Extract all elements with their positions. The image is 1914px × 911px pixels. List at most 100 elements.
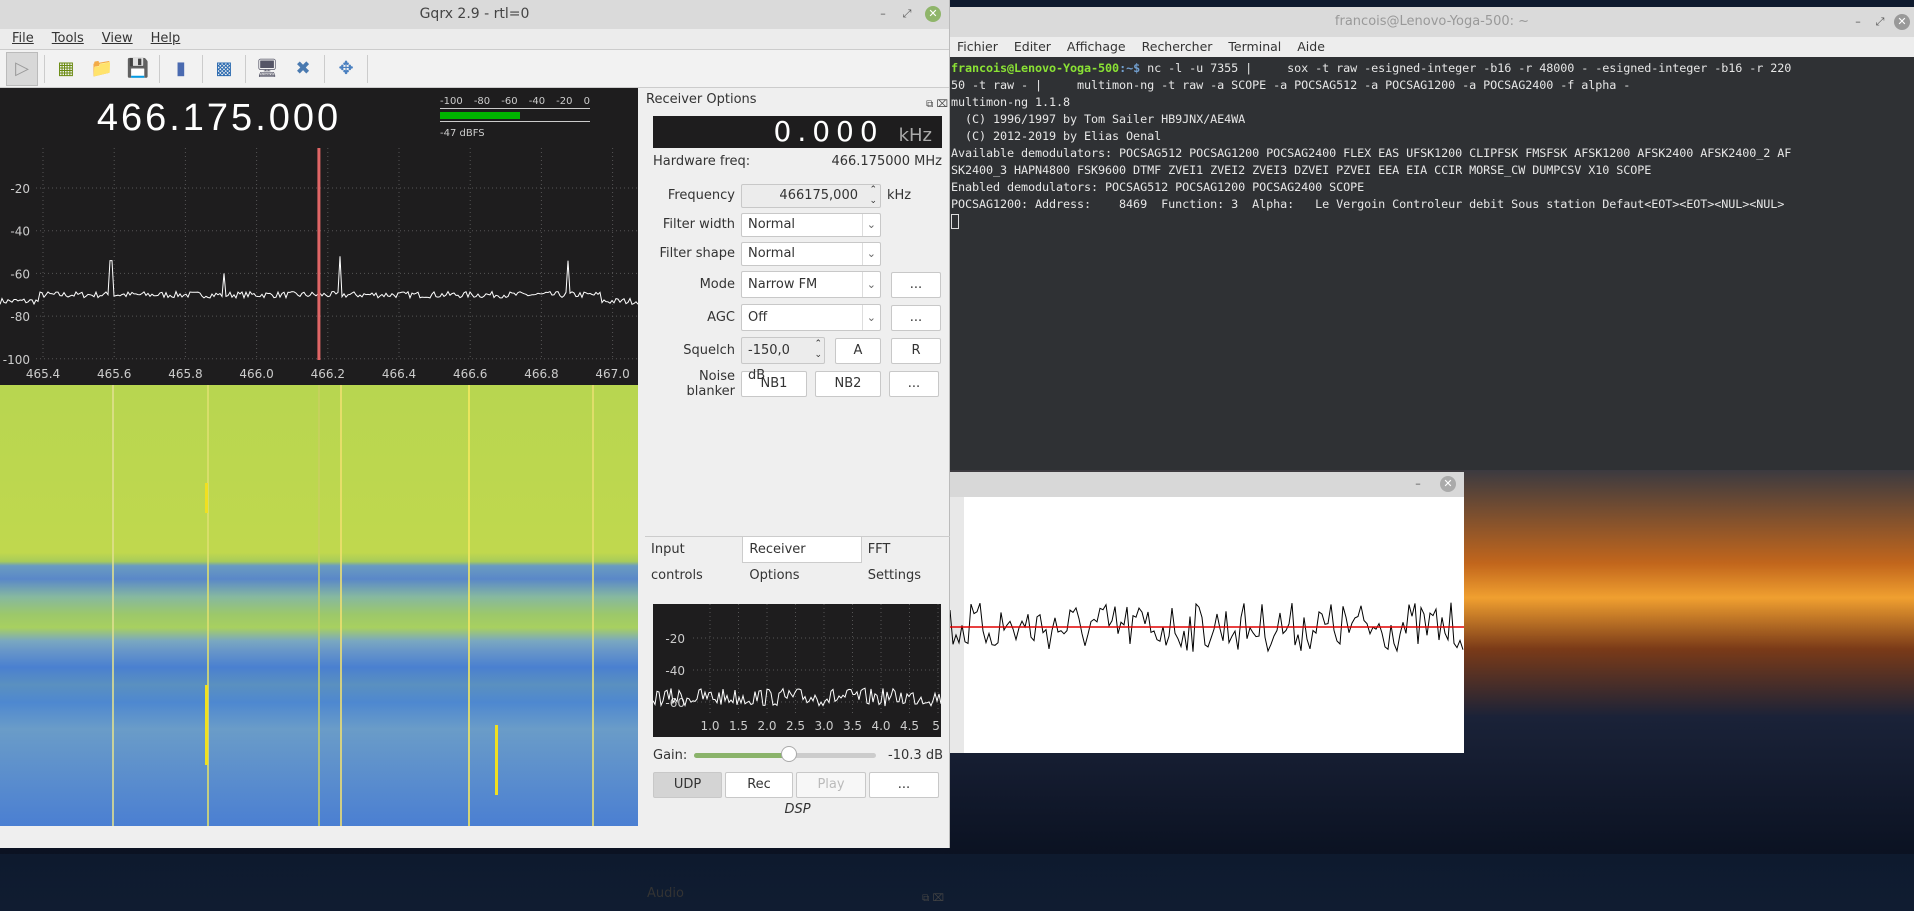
gain-slider-handle[interactable]: [780, 745, 797, 762]
audio-spectrum-trace: [653, 687, 941, 708]
minimize-icon[interactable]: –: [1850, 14, 1866, 30]
gain-row: Gain: -10.3 dB: [653, 744, 943, 766]
audio-options-button[interactable]: ...: [869, 772, 939, 798]
menu-view[interactable]: View: [102, 29, 133, 49]
hw-freq-label: Hardware freq:: [653, 154, 751, 169]
tab-input-controls[interactable]: Input controls: [645, 537, 742, 583]
rec-button[interactable]: Rec: [725, 772, 793, 798]
nb-options-button[interactable]: ...: [889, 370, 939, 397]
maximize-icon[interactable]: ⤢: [1872, 14, 1888, 30]
x-tick-label: 466.8: [524, 367, 558, 381]
network-icon[interactable]: 🖥: [252, 54, 282, 84]
receiver-options-dock: Receiver Options ⧉ ⌧ 0.000 kHz Hardware …: [645, 88, 950, 904]
tab-receiver-options[interactable]: Receiver Options: [742, 537, 862, 583]
mode-options-button[interactable]: ...: [891, 271, 941, 298]
x-tick-label: 466.6: [453, 367, 487, 381]
scope-trace: [949, 497, 1464, 753]
menu-fichier[interactable]: Fichier: [957, 37, 998, 57]
prompt-line: francois@Lenovo-Yoga-500:~$ nc -l -u 735…: [951, 61, 1792, 75]
maximize-icon[interactable]: ⤢: [899, 6, 915, 22]
mode-select[interactable]: Narrow FM ⌄: [741, 271, 881, 298]
waterfall[interactable]: [0, 385, 638, 826]
demod-marker: [317, 148, 321, 360]
spectrum-panel[interactable]: 466.175.000 -100 -80 -60 -40 -20 0 -47 dBFS -…: [0, 88, 638, 385]
squelch-spinbox[interactable]: -150,0 dB ⌃ ⌄: [741, 337, 825, 383]
chevron-down-icon: ⌄: [861, 242, 876, 265]
window-shadow: [950, 497, 964, 753]
menu-tools[interactable]: Tools: [52, 29, 84, 49]
audio-fft-plot[interactable]: -20-40-601.01.52.02.53.03.54.04.55.: [653, 604, 941, 737]
hw-freq-value: 466.175000 MHz: [831, 154, 942, 169]
x-tick-label: 5.: [932, 719, 941, 733]
x-tick-label: 3.0: [814, 719, 833, 733]
filter-width-select[interactable]: Normal ⌄: [741, 212, 881, 237]
filter-shape-label: Filter shape: [659, 246, 735, 261]
waveform-icon[interactable]: ▩: [209, 54, 239, 84]
terminal-window: francois@Lenovo-Yoga-500: ~ – ⤢ ✕ Fichie…: [950, 7, 1914, 470]
close-icon[interactable]: ✕: [925, 6, 941, 22]
play-button[interactable]: Play: [796, 772, 866, 798]
nb2-button[interactable]: NB2: [815, 370, 881, 397]
terminal-line: Enabled demodulators: POCSAG512 POCSAG12…: [951, 180, 1365, 194]
menu-aide[interactable]: Aide: [1297, 37, 1325, 57]
menu-file[interactable]: File: [12, 29, 34, 49]
menu-help[interactable]: Help: [151, 29, 181, 49]
terminal-line: 50 -t raw - | multimon-ng -t raw -a SCOP…: [951, 78, 1631, 92]
separator: [44, 54, 45, 83]
audio-dock-title: Audio ⧉ ⌧: [647, 886, 944, 904]
x-tick-label: 4.5: [900, 719, 919, 733]
offset-display[interactable]: 0.000 kHz: [653, 116, 942, 148]
separator: [245, 54, 246, 83]
gain-slider[interactable]: [694, 745, 876, 762]
float-icon[interactable]: ⧉: [926, 99, 933, 110]
squelch-auto-button[interactable]: A: [835, 337, 881, 364]
close-dock-icon[interactable]: ⌧: [932, 893, 944, 904]
frequency-label: Frequency: [667, 188, 735, 203]
mode-label: Mode: [699, 277, 735, 292]
separator: [202, 54, 203, 83]
squelch-label: Squelch: [683, 343, 735, 358]
close-icon[interactable]: ✕: [1894, 14, 1910, 30]
tab-fft-settings[interactable]: FFT Settings: [862, 537, 950, 583]
menu-affichage[interactable]: Affichage: [1067, 37, 1126, 57]
filter-shape-select[interactable]: Normal ⌄: [741, 241, 881, 266]
separator: [367, 54, 368, 83]
frequency-display[interactable]: 466.175.000: [0, 88, 438, 148]
minimize-icon[interactable]: –: [875, 6, 891, 22]
close-dock-icon[interactable]: ⌧: [936, 99, 948, 110]
open-folder-icon[interactable]: 📁: [87, 54, 117, 84]
frequency-spinbox[interactable]: 466175,000 ⌃ ⌄: [741, 183, 881, 208]
play-icon[interactable]: ▷: [6, 51, 38, 86]
meter-tick: 0: [583, 96, 590, 107]
hardware-icon[interactable]: ▦: [51, 54, 81, 84]
x-tick-label: 467.0: [595, 367, 629, 381]
agc-label: AGC: [707, 310, 735, 325]
menu-terminal[interactable]: Terminal: [1228, 37, 1281, 57]
terminal-line: Available demodulators: POCSAG512 POCSAG…: [951, 146, 1792, 160]
save-icon[interactable]: 💾: [123, 54, 153, 84]
agc-select[interactable]: Off ⌄: [741, 304, 881, 331]
minimize-icon[interactable]: –: [1410, 476, 1426, 492]
settings-tools-icon[interactable]: ✖: [288, 54, 318, 84]
agc-options-button[interactable]: ...: [891, 304, 941, 331]
float-icon[interactable]: ⧉: [922, 893, 929, 904]
waterfall-burst: [495, 725, 498, 795]
menu-editer[interactable]: Editer: [1014, 37, 1051, 57]
terminal-title: francois@Lenovo-Yoga-500: ~: [1334, 14, 1530, 29]
squelch-reset-button[interactable]: R: [891, 337, 941, 364]
terminal-line: (C) 1996/1997 by Tom Sailer HB9JNX/AE4WA: [951, 112, 1246, 126]
scope-titlebar: – ✕: [950, 472, 1464, 497]
separator: [324, 54, 325, 83]
terminal-output[interactable]: francois@Lenovo-Yoga-500:~$ nc -l -u 735…: [950, 57, 1914, 230]
menu-rechercher[interactable]: Rechercher: [1142, 37, 1213, 57]
udp-button[interactable]: UDP: [653, 772, 722, 798]
meter-tick: -20: [556, 96, 573, 107]
dsp-label: DSP: [784, 802, 811, 817]
fullscreen-icon[interactable]: ✥: [331, 54, 361, 84]
spectrum-plot[interactable]: -20 -40 -60 -80 -100465.4 465.6 465.8 466.0 466.…: [0, 148, 638, 385]
close-icon[interactable]: ✕: [1440, 476, 1456, 492]
waterfall-signal-line: [112, 385, 114, 826]
waterfall-signal-line: [468, 385, 470, 826]
remote-control-icon[interactable]: ▮: [166, 54, 196, 84]
gain-value: -10.3 dB: [888, 747, 943, 763]
